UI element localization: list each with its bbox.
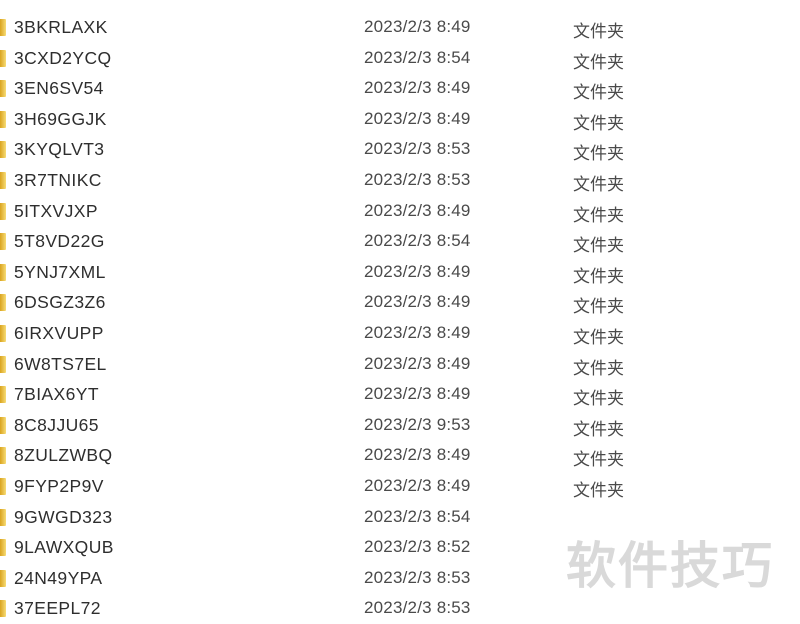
file-type: 文件夹 (573, 297, 624, 317)
file-type: 文件夹 (573, 205, 624, 225)
file-type: 文件夹 (573, 83, 624, 103)
modified-date: 2023/2/3 9:53 (364, 414, 471, 434)
file-name[interactable]: 9GWGD323 (14, 507, 113, 528)
file-type: 文件夹 (573, 174, 624, 194)
file-name[interactable]: 6IRXVUPP (14, 323, 104, 344)
file-row[interactable]: 8C8JJU65 2023/2/3 9:53 文件夹 (0, 409, 800, 441)
modified-date: 2023/2/3 8:49 (364, 475, 471, 495)
folder-icon (0, 416, 6, 434)
file-type: 文件夹 (573, 480, 624, 500)
file-row[interactable]: 6W8TS7EL 2023/2/3 8:49 文件夹 (0, 348, 800, 380)
folder-icon (0, 80, 6, 98)
modified-date: 2023/2/3 8:53 (364, 598, 471, 618)
file-row[interactable]: 3BKRLAXK 2023/2/3 8:49 文件夹 (0, 12, 800, 43)
file-name[interactable]: 9FYP2P9V (14, 476, 104, 497)
folder-icon (0, 386, 6, 404)
file-type: 文件夹 (573, 358, 624, 378)
modified-date: 2023/2/3 8:49 (364, 261, 471, 281)
file-type: 文件夹 (573, 113, 624, 133)
file-name[interactable]: 3R7TNIKC (14, 170, 102, 191)
file-name[interactable]: 3H69GGJK (14, 109, 107, 130)
file-name[interactable]: 5T8VD22G (14, 231, 105, 252)
file-row[interactable]: 3R7TNIKC 2023/2/3 8:53 文件夹 (0, 164, 800, 196)
file-name[interactable]: 7BIAX6YT (14, 384, 99, 405)
file-type: 文件夹 (573, 22, 624, 41)
modified-date: 2023/2/3 8:52 (364, 537, 471, 557)
file-name[interactable]: 9LAWXQUB (14, 537, 114, 558)
file-name[interactable]: 37EEPL72 (14, 598, 101, 619)
folder-icon (0, 110, 6, 128)
folder-icon (0, 171, 6, 189)
folder-icon (0, 141, 6, 159)
modified-date: 2023/2/3 8:54 (364, 231, 471, 251)
folder-icon (0, 294, 6, 312)
file-name[interactable]: 3EN6SV54 (14, 78, 104, 99)
modified-date: 2023/2/3 8:49 (364, 292, 471, 312)
file-type: 文件夹 (573, 144, 624, 164)
modified-date: 2023/2/3 8:54 (364, 506, 471, 526)
modified-date: 2023/2/3 8:54 (364, 47, 471, 67)
modified-date: 2023/2/3 8:49 (364, 200, 471, 220)
folder-icon (0, 49, 6, 67)
file-type: 文件夹 (573, 236, 624, 256)
file-name[interactable]: 8ZULZWBQ (14, 445, 112, 466)
file-name[interactable]: 5ITXVJXP (14, 201, 98, 222)
file-row[interactable]: 6DSGZ3Z6 2023/2/3 8:49 文件夹 (0, 287, 800, 318)
file-name[interactable]: 6W8TS7EL (14, 354, 107, 375)
folder-icon (0, 233, 6, 251)
file-row[interactable]: 3CXD2YCQ 2023/2/3 8:54 文件夹 (0, 42, 800, 74)
modified-date: 2023/2/3 8:49 (364, 445, 471, 465)
file-type: 文件夹 (573, 389, 624, 409)
folder-icon (0, 539, 6, 557)
file-row[interactable]: 3KYQLVT3 2023/2/3 8:53 文件夹 (0, 134, 800, 165)
file-row[interactable]: 9FYP2P9V 2023/2/3 8:49 文件夹 (0, 470, 800, 502)
modified-date: 2023/2/3 8:49 (364, 78, 471, 98)
file-name[interactable]: 3KYQLVT3 (14, 139, 104, 160)
folder-icon (0, 19, 6, 36)
modified-date: 2023/2/3 8:53 (364, 567, 471, 587)
file-name[interactable]: 3CXD2YCQ (14, 48, 112, 69)
file-row[interactable]: 5ITXVJXP 2023/2/3 8:49 文件夹 (0, 195, 800, 227)
modified-date: 2023/2/3 8:53 (364, 139, 471, 159)
file-row[interactable]: 3EN6SV54 2023/2/3 8:49 文件夹 (0, 73, 800, 104)
folder-icon (0, 355, 6, 373)
modified-date: 2023/2/3 8:49 (364, 108, 471, 128)
folder-icon (0, 600, 6, 618)
file-row[interactable]: 6IRXVUPP 2023/2/3 8:49 文件夹 (0, 317, 800, 349)
file-row[interactable]: 5T8VD22G 2023/2/3 8:54 文件夹 (0, 226, 800, 257)
modified-date: 2023/2/3 8:49 (364, 353, 471, 373)
file-name[interactable]: 6DSGZ3Z6 (14, 292, 106, 313)
file-name[interactable]: 5YNJ7XML (14, 262, 106, 283)
modified-date: 2023/2/3 8:49 (364, 384, 471, 404)
file-row[interactable]: 3H69GGJK 2023/2/3 8:49 文件夹 (0, 103, 800, 135)
folder-icon (0, 447, 6, 465)
file-type: 文件夹 (573, 327, 624, 347)
file-name[interactable]: 24N49YPA (14, 568, 103, 589)
modified-date: 2023/2/3 8:53 (364, 169, 471, 189)
folder-icon (0, 477, 6, 495)
file-row[interactable]: 7BIAX6YT 2023/2/3 8:49 文件夹 (0, 379, 800, 410)
modified-date: 2023/2/3 8:49 (364, 17, 471, 36)
folder-icon (0, 202, 6, 220)
file-name[interactable]: 3BKRLAXK (14, 17, 108, 38)
file-name[interactable]: 8C8JJU65 (14, 415, 99, 436)
folder-icon (0, 263, 6, 281)
modified-date: 2023/2/3 8:49 (364, 322, 471, 342)
file-row[interactable]: 8ZULZWBQ 2023/2/3 8:49 文件夹 (0, 440, 800, 471)
file-type: 文件夹 (573, 419, 624, 439)
folder-icon (0, 508, 6, 526)
file-type: 文件夹 (573, 450, 624, 470)
folder-icon (0, 324, 6, 342)
file-type: 文件夹 (573, 266, 624, 286)
watermark-text: 软件技巧 (566, 537, 774, 595)
file-type: 文件夹 (573, 52, 624, 72)
file-row[interactable]: 5YNJ7XML 2023/2/3 8:49 文件夹 (0, 256, 800, 288)
folder-icon (0, 569, 6, 587)
